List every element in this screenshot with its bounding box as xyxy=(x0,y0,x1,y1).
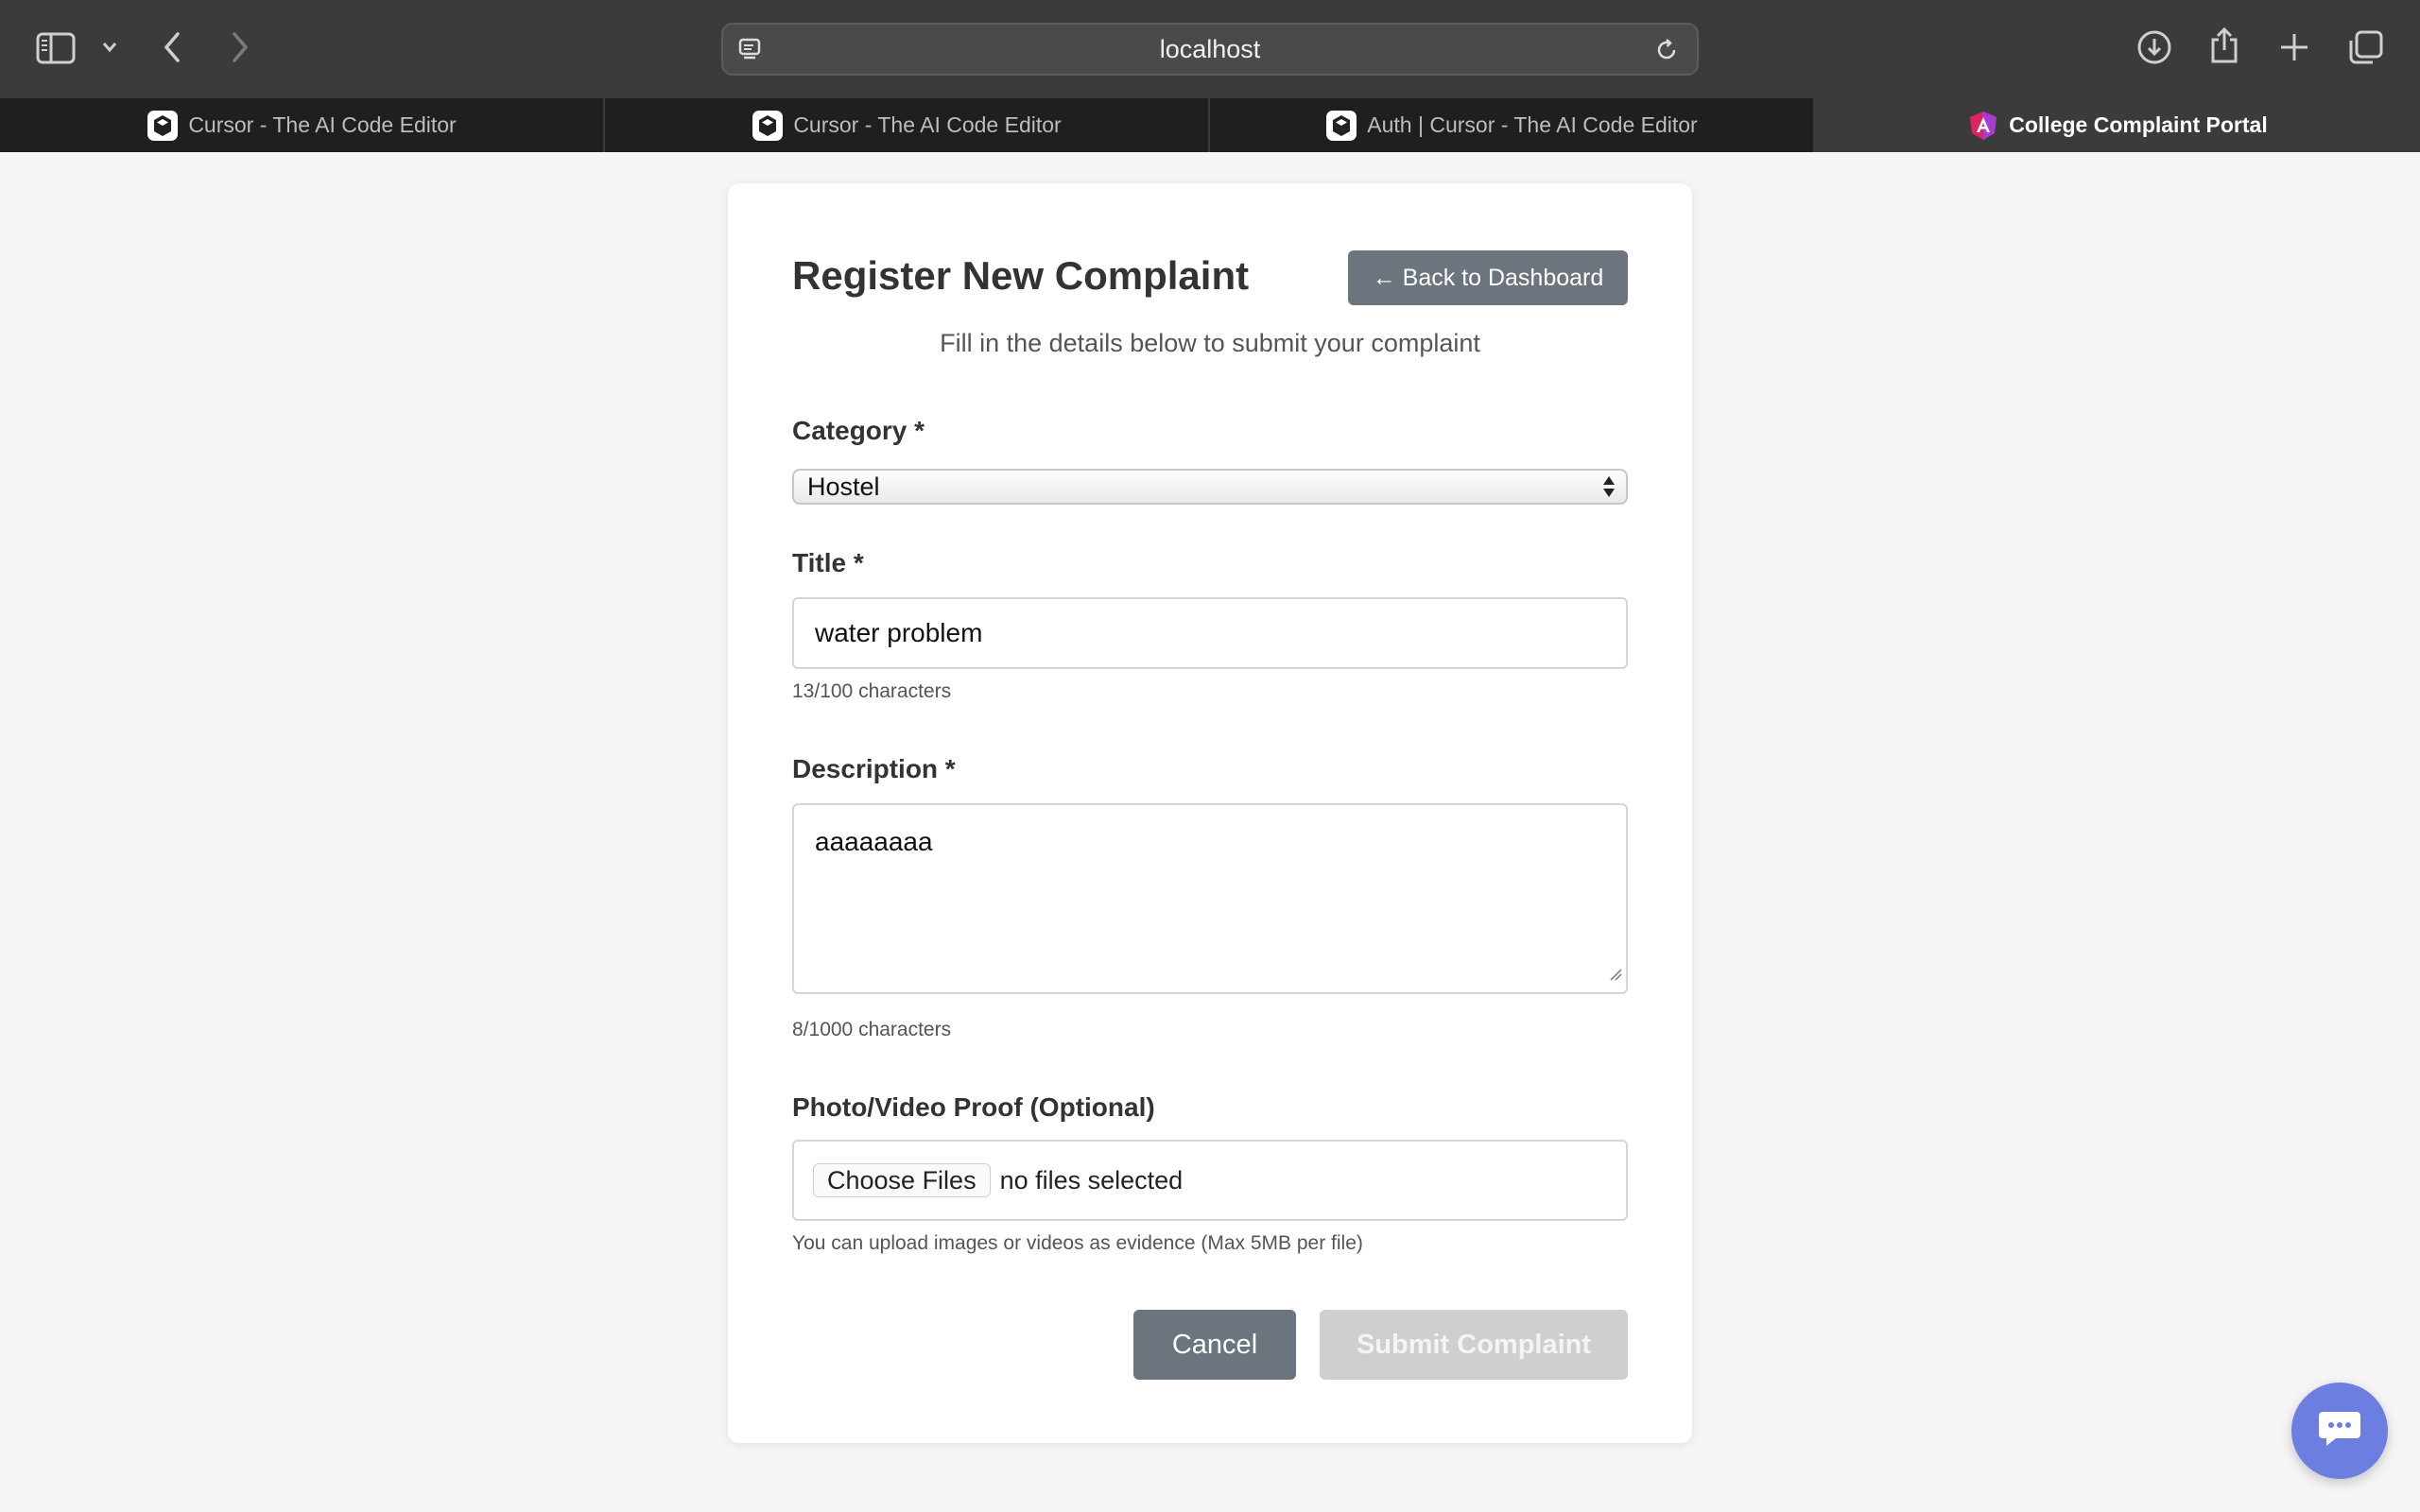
title-label: Title * xyxy=(792,548,864,577)
category-label: Category * xyxy=(792,416,925,445)
cursor-logo-icon xyxy=(752,110,784,142)
resize-handle-icon[interactable] xyxy=(1609,956,1622,988)
file-status-text: no files selected xyxy=(999,1165,1184,1194)
tab-label: Auth | Cursor - The AI Code Editor xyxy=(1367,112,1698,137)
tab-cursor-auth[interactable]: Auth | Cursor - The AI Code Editor xyxy=(1210,98,1815,152)
back-to-dashboard-button[interactable]: ← Back to Dashboard xyxy=(1348,250,1628,305)
tab-bar: Cursor - The AI Code Editor Cursor - The… xyxy=(0,98,2420,152)
sidebar-toggle-icon[interactable] xyxy=(36,32,79,64)
page-title: Register New Complaint xyxy=(792,253,1250,298)
description-textarea[interactable]: aaaaaaaa xyxy=(792,803,1628,994)
tab-label: Cursor - The AI Code Editor xyxy=(188,112,457,137)
downloads-icon[interactable] xyxy=(2136,29,2172,65)
title-char-count: 13/100 characters xyxy=(792,680,952,702)
upload-hint: You can upload images or videos as evide… xyxy=(792,1232,1363,1254)
proof-label: Photo/Video Proof (Optional) xyxy=(792,1092,1155,1122)
tab-cursor-1[interactable]: Cursor - The AI Code Editor xyxy=(0,98,605,152)
chat-button[interactable] xyxy=(2291,1383,2388,1479)
title-input[interactable]: water problem xyxy=(792,597,1628,669)
description-label: Description * xyxy=(792,754,956,783)
browser-toolbar: localhost xyxy=(0,0,2420,98)
tab-overview-icon[interactable] xyxy=(2348,29,2384,65)
file-upload-field[interactable]: Choose Files no files selected xyxy=(792,1140,1628,1221)
submit-complaint-button[interactable]: Submit Complaint xyxy=(1320,1310,1628,1380)
category-selected-value: Hostel xyxy=(807,472,880,501)
cancel-button[interactable]: Cancel xyxy=(1133,1310,1296,1380)
select-arrows-icon xyxy=(1601,473,1616,507)
forward-arrow-icon[interactable] xyxy=(227,30,253,64)
form-subtitle: Fill in the details below to submit your… xyxy=(940,329,1480,357)
description-char-count: 8/1000 characters xyxy=(792,1019,952,1040)
tab-cursor-2[interactable]: Cursor - The AI Code Editor xyxy=(605,98,1210,152)
category-select[interactable]: Hostel xyxy=(792,469,1628,505)
cursor-logo-icon xyxy=(147,110,179,142)
cursor-logo-icon xyxy=(1325,110,1357,142)
tab-college-complaint-portal[interactable]: College Complaint Portal xyxy=(1815,98,2420,152)
url-text: localhost xyxy=(1159,35,1261,63)
description-value: aaaaaaaa xyxy=(815,827,933,856)
new-tab-icon[interactable] xyxy=(2278,31,2310,63)
tab-label: College Complaint Portal xyxy=(2009,112,2268,137)
angular-logo-icon xyxy=(1967,110,1999,142)
tab-label: Cursor - The AI Code Editor xyxy=(793,112,1062,137)
choose-files-button[interactable]: Choose Files xyxy=(813,1163,991,1197)
share-icon[interactable] xyxy=(2208,26,2240,64)
reload-icon[interactable] xyxy=(1653,37,1680,68)
chat-bubble-icon xyxy=(2317,1408,2362,1454)
chevron-down-icon[interactable] xyxy=(98,40,121,55)
back-arrow-icon[interactable] xyxy=(159,30,185,64)
complaint-form-card: Register New Complaint ← Back to Dashboa… xyxy=(728,183,1692,1443)
address-bar[interactable]: localhost xyxy=(721,23,1699,76)
